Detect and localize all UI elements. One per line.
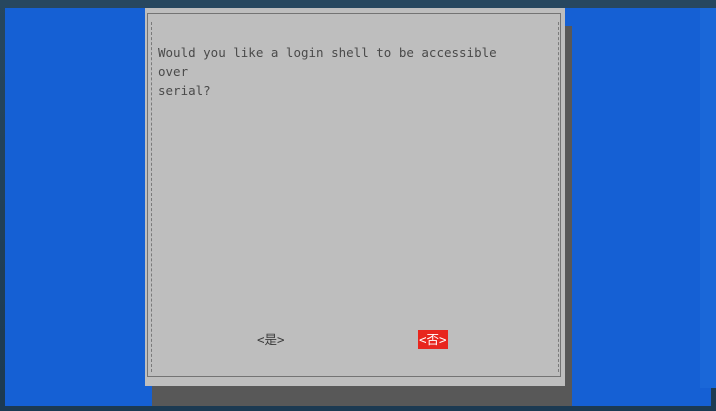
dialog-inner-rule-left xyxy=(151,22,152,372)
no-button[interactable]: <否> xyxy=(418,330,448,349)
yes-button[interactable]: <是> xyxy=(256,330,286,349)
dialog-inner-rule-right xyxy=(558,22,559,372)
terminal-edge xyxy=(700,8,716,388)
yes-no-dialog: Would you like a login shell to be acces… xyxy=(145,8,565,386)
dialog-message: Would you like a login shell to be acces… xyxy=(158,45,497,98)
